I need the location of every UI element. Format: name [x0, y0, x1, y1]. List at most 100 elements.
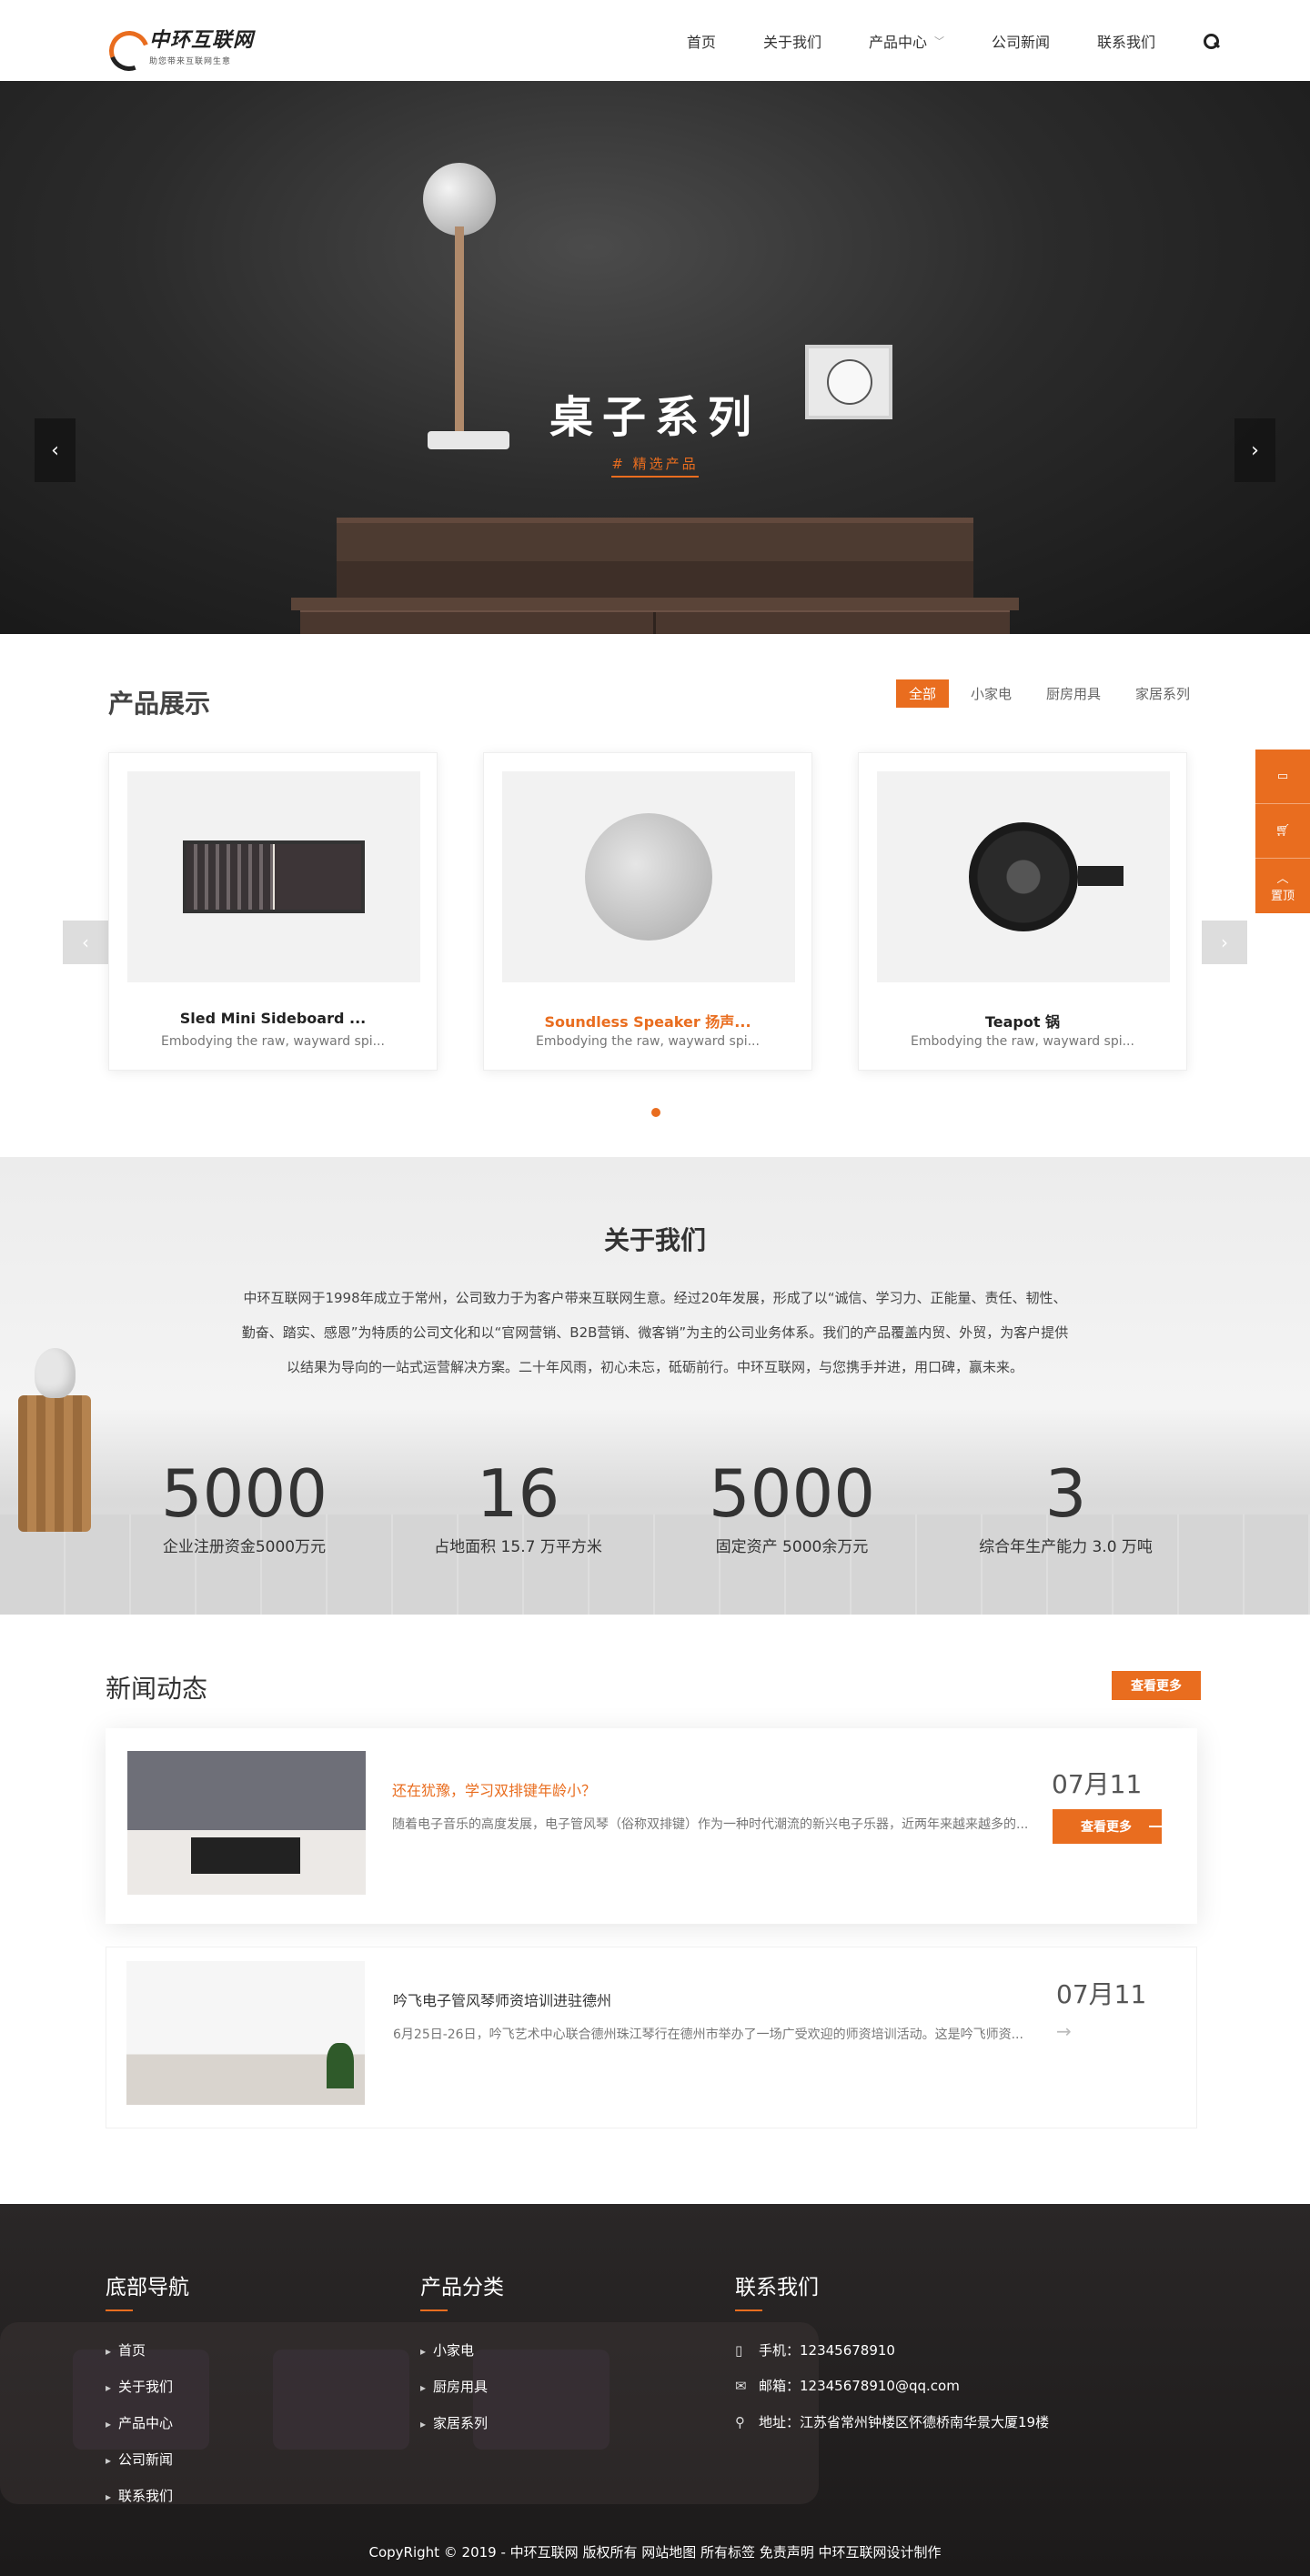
footer-contact-column: 联系我们 ▯ 手机：12345678910 ✉ 邮箱：12345678910@qq.…: [735, 2269, 1063, 2433]
banner-title: 桌子系列: [549, 392, 761, 443]
news-date: 07月11: [1052, 1769, 1143, 1799]
chevron-down-icon: ﹀: [933, 35, 944, 47]
location-icon: ⚲: [735, 2414, 745, 2430]
section-title: 产品展示: [108, 689, 211, 719]
stat-number: 5000: [708, 1455, 876, 1532]
footer-link[interactable]: 公司新闻: [106, 2442, 189, 2479]
footer-column-title: 联系我们: [735, 2276, 819, 2299]
about-intro: 中环互联网于1998年成立于常州，公司致力于为客户带来互联网生意。经过20年发展…: [241, 1290, 1069, 1375]
chevron-left-icon[interactable]: ‹: [63, 921, 108, 964]
chevron-up-icon: ︿: [1276, 872, 1289, 886]
product-image: [127, 771, 420, 982]
tab-small-appliances[interactable]: 小家电: [958, 679, 1024, 708]
product-title: Teapot 锅: [984, 1013, 1061, 1031]
news-thumbnail[interactable]: [127, 1751, 366, 1895]
product-desc: Embodying the raw, wayward spi...: [536, 1034, 760, 1049]
news-thumbnail[interactable]: [126, 1961, 365, 2105]
footer-column-title: 底部导航: [106, 2276, 189, 2299]
footer-link[interactable]: 联系我们: [106, 2479, 189, 2515]
brand-slogan: 助您带来互联网生意: [149, 57, 232, 66]
hero-banner: 桌子系列 # 精选产品 ‹ ›: [0, 81, 1310, 634]
news-date: 07月11: [1056, 1979, 1147, 2009]
news-section: 新闻动态 查看更多 还在犹豫，学习双排键年龄小？ 随着电子音乐的高度发展，电子管…: [0, 1615, 1310, 2204]
back-to-top-label: 置顶: [1270, 890, 1295, 903]
site-footer: 底部导航 首页 关于我们 产品中心 公司新闻 联系我们 产品分类 小家电 厨房用…: [0, 2204, 1310, 2576]
product-image: [502, 771, 795, 982]
product-carousel: Sled Mini Sideboard ... Embodying the ra…: [108, 752, 1187, 1071]
stat-number: 5000: [160, 1455, 328, 1532]
brand-name: 中环互联网: [149, 29, 255, 52]
stat-label: 综合年生产能力 3.0 万吨: [979, 1538, 1153, 1556]
address-line: ⚲ 地址：江苏省常州钟楼区怀德桥南华景大厦19楼: [735, 2411, 1063, 2433]
nav-item-products[interactable]: 产品中心 ﹀: [869, 30, 944, 52]
product-card[interactable]: Sled Mini Sideboard ... Embodying the ra…: [108, 752, 438, 1071]
news-desc: 6月25日-26日，吟飞艺术中心联合德州珠江琴行在德州市举办了一场广受欢迎的师资…: [393, 2028, 1023, 2042]
nav-item-home[interactable]: 首页: [687, 30, 716, 52]
email-text: 邮箱：12345678910@qq.com: [759, 2378, 960, 2394]
nav-item-news[interactable]: 公司新闻: [992, 30, 1050, 52]
news-title[interactable]: 吟飞电子管风琴师资培训进驻德州: [393, 1988, 611, 2010]
tab-all[interactable]: 全部: [895, 679, 949, 708]
tab-home[interactable]: 家居系列: [1123, 679, 1203, 708]
news-desc: 随着电子音乐的高度发展，电子管风琴（俗称双排键）作为一种时代潮流的新兴电子乐器，…: [392, 1817, 1029, 1832]
email-line: ✉ 邮箱：12345678910@qq.com: [735, 2369, 1063, 2404]
cart-icon[interactable]: 🛒︎: [1255, 804, 1310, 859]
back-to-top-button[interactable]: ︿ 置顶: [1255, 859, 1310, 913]
stat-label: 固定资产 5000余万元: [715, 1538, 869, 1556]
news-item[interactable]: 还在犹豫，学习双排键年龄小？ 随着电子音乐的高度发展，电子管风琴（俗称双排键）作…: [106, 1728, 1197, 1924]
copyright: CopyRight © 2019 - 中环互联网 版权所有 网站地图 所有标签 …: [368, 2544, 942, 2561]
footer-link[interactable]: 关于我们: [106, 2370, 189, 2406]
product-card[interactable]: Soundless Speaker 扬声... Embodying the ra…: [483, 752, 812, 1071]
nav-item-contact[interactable]: 联系我们: [1097, 30, 1155, 52]
lamp-image: [423, 163, 496, 236]
chevron-left-icon[interactable]: ‹: [35, 418, 76, 482]
footer-link[interactable]: 家居系列: [420, 2406, 504, 2442]
product-tabs: 全部 小家电 厨房用具 家居系列: [887, 679, 1203, 708]
stat-number: 16: [476, 1455, 560, 1532]
product-image: [877, 771, 1170, 982]
search-icon[interactable]: [1203, 33, 1219, 49]
products-section: 产品展示 全部 小家电 厨房用具 家居系列 ‹ › Sled Mini Side…: [0, 634, 1310, 1157]
site-header: 中环互联网 助您带来互联网生意 首页 关于我们 产品中心 ﹀ 公司新闻 联系我们: [0, 0, 1310, 81]
main-nav: 首页 关于我们 产品中心 ﹀ 公司新闻 联系我们: [663, 0, 1219, 81]
footer-link[interactable]: 产品中心: [106, 2406, 189, 2442]
nav-item-label: 产品中心: [868, 33, 927, 51]
stat-number: 3: [1044, 1455, 1087, 1532]
product-title: Sled Mini Sideboard ...: [179, 1010, 367, 1027]
footer-link[interactable]: 首页: [106, 2333, 189, 2370]
logo[interactable]: 中环互联网 助您带来互联网生意: [107, 24, 254, 66]
chat-icon[interactable]: ▭: [1255, 750, 1310, 804]
news-item[interactable]: 吟飞电子管风琴师资培训进驻德州 6月25日-26日，吟飞艺术中心联合德州珠江琴行…: [106, 1947, 1197, 2128]
product-desc: Embodying the raw, wayward spi...: [911, 1034, 1134, 1049]
footer-link[interactable]: 小家电: [420, 2333, 504, 2370]
stats-row: 5000 企业注册资金5000万元 16 占地面积 15.7 万平方米 5000…: [107, 1457, 1204, 1556]
desk-image: [291, 518, 1019, 634]
stat-item: 5000 固定资产 5000余万元: [655, 1457, 929, 1556]
phone-line: ▯ 手机：12345678910: [735, 2333, 1063, 2369]
section-title: 新闻动态: [106, 1674, 208, 1704]
footer-column-title: 产品分类: [420, 2276, 504, 2299]
news-title[interactable]: 还在犹豫，学习双排键年龄小？: [392, 1778, 596, 1800]
footer-category-column: 产品分类 小家电 厨房用具 家居系列: [420, 2269, 504, 2442]
chevron-right-icon[interactable]: ›: [1202, 921, 1247, 964]
address-text: 地址：江苏省常州钟楼区怀德桥南华景大厦19楼: [759, 2414, 1050, 2430]
read-more-button[interactable]: 查看更多: [1053, 1809, 1162, 1844]
arrow-right-icon[interactable]: →: [1056, 2020, 1072, 2042]
footer-nav-column: 底部导航 首页 关于我们 产品中心 公司新闻 联系我们: [106, 2269, 189, 2515]
phone-icon: ▯: [735, 2342, 743, 2359]
mail-icon: ✉: [735, 2378, 747, 2394]
logo-icon: [107, 27, 144, 64]
view-more-button[interactable]: 查看更多: [1112, 1671, 1201, 1700]
vase-image: [35, 1348, 76, 1398]
section-title: 关于我们: [603, 1225, 706, 1255]
nav-item-about[interactable]: 关于我们: [763, 30, 821, 52]
carousel-dot[interactable]: [651, 1108, 660, 1117]
stat-item: 3 综合年生产能力 3.0 万吨: [929, 1457, 1203, 1556]
product-desc: Embodying the raw, wayward spi...: [161, 1034, 385, 1049]
tab-kitchen[interactable]: 厨房用具: [1033, 679, 1114, 708]
footer-link[interactable]: 厨房用具: [420, 2370, 504, 2406]
stat-item: 16 占地面积 15.7 万平方米: [381, 1457, 655, 1556]
side-float-bar: ▭ 🛒︎ ︿ 置顶: [1255, 750, 1310, 913]
chevron-right-icon[interactable]: ›: [1234, 418, 1275, 482]
product-card[interactable]: Teapot 锅 Embodying the raw, wayward spi.…: [858, 752, 1187, 1071]
